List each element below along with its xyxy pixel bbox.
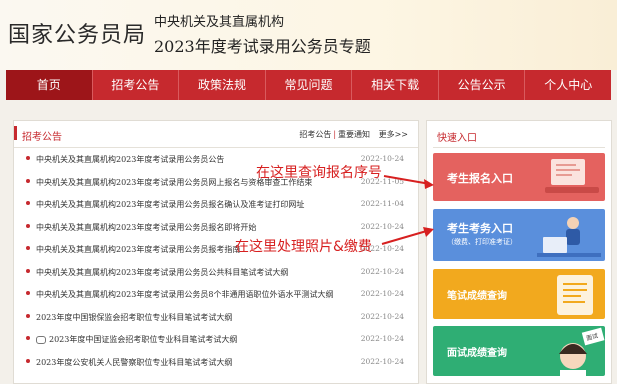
bullet-icon [26,156,30,160]
item-title[interactable]: 2023年度中国证监会招考职位专业科目笔试考试大纲 [36,334,237,345]
annotation-arrow-icon [381,227,434,245]
written-score-query-button[interactable]: 笔试成绩查询 [433,269,605,319]
interview-score-query-label: 面试成绩查询 [447,348,507,359]
attachment-icon [36,336,46,344]
panel-title: 招考公告 [14,126,62,143]
item-title[interactable]: 中央机关及其直属机构2023年度考试录用公务员报考指南 [36,244,240,255]
link-more[interactable]: 更多>> [379,130,408,139]
quick-access-panel: 快速入口 考生报名入口 考生考务入口 （缴费、打印准考证） 笔试成绩查询 面试 … [426,120,612,384]
item-title[interactable]: 中央机关及其直属机构2023年度考试录用公务员报名确认及准考证打印网址 [36,199,304,210]
list-item[interactable]: 中央机关及其直属机构2023年度考试录用公务员报名确认及准考证打印网址 2022-… [14,194,418,217]
registration-entry-label: 考生报名入口 [447,172,513,185]
nav-downloads[interactable]: 相关下载 [352,70,439,100]
item-date: 2022-10-24 [360,356,404,366]
nav-announcements[interactable]: 招考公告 [93,70,180,100]
exam-affairs-entry-label: 考生考务入口 [447,222,513,235]
list-item[interactable]: 2023年度中国银保监会招考职位专业科目笔试考试大纲 2022-10-24 [14,307,418,330]
panel-links: 招考公告 | 重要通知 更多>> [299,129,408,140]
item-date: 2022-10-24 [360,266,404,276]
annotation-query-serial: 在这里查询报名序号 [256,165,382,181]
list-item[interactable]: 中央机关及其直属机构2023年度考试录用公务员公共科目笔试考试大纲 2022-10… [14,262,418,285]
bullet-icon [26,178,30,183]
link-announcements[interactable]: 招考公告 [299,130,331,139]
item-title[interactable]: 中央机关及其直属机构2023年度考试录用公务员公共科目笔试考试大纲 [36,267,288,278]
nav-faq[interactable]: 常见问题 [266,70,353,100]
nav-policies[interactable]: 政策法规 [179,70,266,100]
item-title-text: 2023年度中国证监会招考职位专业科目笔试考试大纲 [49,335,238,344]
list-item[interactable]: 2023年度中国证监会招考职位专业科目笔试考试大纲 2022-10-24 [14,329,418,352]
bullet-icon [26,246,30,250]
bullet-icon [26,313,30,318]
exam-affairs-entry-button[interactable]: 考生考务入口 （缴费、打印准考证） [433,209,605,261]
nav-personal-center[interactable]: 个人中心 [525,70,611,100]
bullet-icon [26,223,30,228]
item-date: 2022-11-04 [360,199,404,208]
annotation-photo-payment: 在这里处理照片&缴费 [235,239,372,255]
nav-home[interactable]: 首页 [6,70,93,100]
site-header: 国家公务员局 中央机关及其直属机构 2023年度考试录用公务员专题 [0,0,617,70]
exam-affairs-entry-sublabel: （缴费、打印准考证） [447,238,517,246]
main-nav: 首页 招考公告 政策法规 常见问题 相关下载 公告公示 个人中心 [6,70,611,100]
list-item[interactable]: 中央机关及其直属机构2023年度考试录用公务员8个非通用语职位外语水平测试大纲 2… [14,284,418,307]
item-title[interactable]: 2023年度公安机关人民警察职位专业科目笔试考试大纲 [36,357,232,368]
item-date: 2022-10-24 [360,311,404,321]
site-logo[interactable]: 国家公务员局 [8,17,146,49]
registration-entry-button[interactable]: 考生报名入口 [433,153,605,201]
item-title[interactable]: 2023年度中国银保监会招考职位专业科目笔试考试大纲 [36,312,232,323]
bullet-icon [26,268,30,273]
panel-header: 招考公告 招考公告 | 重要通知 更多>> [14,121,418,148]
bullet-icon [26,336,30,340]
bullet-icon [26,201,30,205]
header-title: 2023年度考试录用公务员专题 [154,37,371,56]
written-score-query-label: 笔试成绩查询 [447,291,507,302]
item-date: 2022-10-24 [360,289,404,298]
nav-notices[interactable]: 公告公示 [439,70,526,100]
bullet-icon [26,291,30,295]
header-subtitle: 中央机关及其直属机构 [154,15,285,30]
quick-access-title: 快速入口 [437,133,477,144]
annotation-arrow-icon [383,175,434,189]
link-important-notices[interactable]: 重要通知 [338,130,370,139]
item-title[interactable]: 中央机关及其直属机构2023年度考试录用公务员报名即将开始 [36,222,256,233]
announcement-list: 中央机关及其直属机构2023年度考试录用公务员公告 2022-10-24 中央机关… [14,149,418,374]
item-title[interactable]: 中央机关及其直属机构2023年度考试录用公务员8个非通用语职位外语水平测试大纲 [36,289,333,300]
bullet-icon [26,358,30,363]
interview-score-query-button[interactable]: 面试 面试成绩查询 [433,326,605,376]
item-title[interactable]: 中央机关及其直属机构2023年度考试录用公务员公告 [36,154,224,165]
divider [433,147,605,148]
item-date: 2022-10-24 [360,334,404,343]
list-item[interactable]: 2023年度公安机关人民警察职位专业科目笔试考试大纲 2022-10-24 [14,352,418,375]
